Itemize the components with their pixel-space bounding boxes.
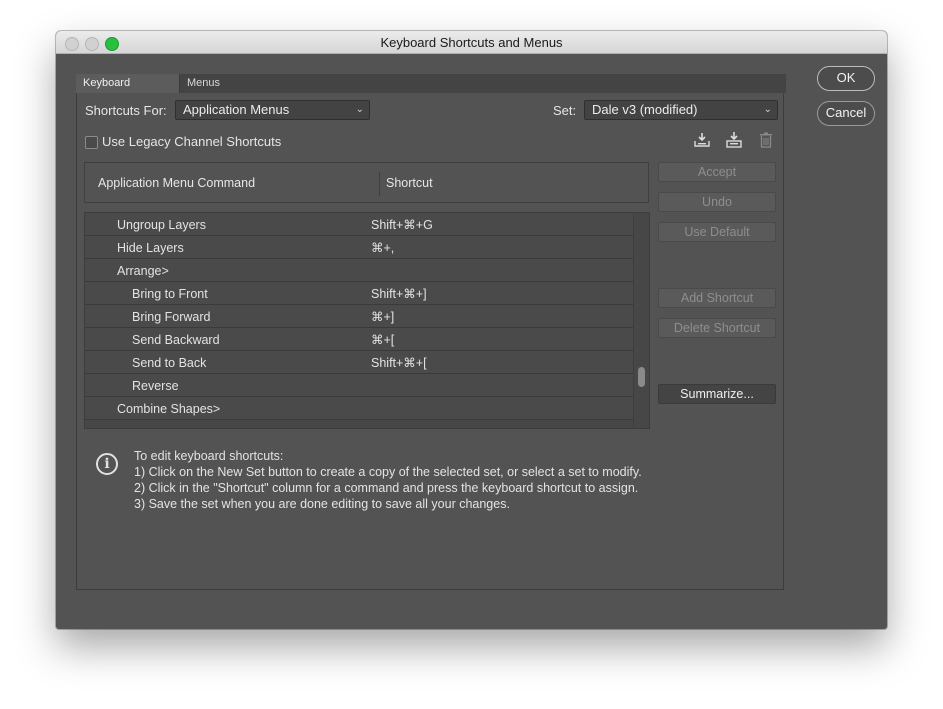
add-shortcut-button[interactable]: Add Shortcut	[658, 288, 776, 308]
info-step-3: 3) Save the set when you are done editin…	[134, 497, 510, 511]
shortcuts-for-value: Application Menus	[183, 102, 290, 117]
row-command: Send to Back	[132, 356, 207, 370]
legacy-channel-label: Use Legacy Channel Shortcuts	[102, 134, 282, 149]
legacy-channel-checkbox[interactable]	[85, 136, 98, 149]
row-command: Combine Shapes>	[117, 402, 221, 416]
row-command: Ungroup Layers	[117, 218, 206, 232]
set-label: Set:	[553, 103, 577, 118]
row-shortcut[interactable]: Shift+⌘+G	[371, 217, 433, 232]
delete-set-icon[interactable]	[757, 131, 775, 149]
chevron-down-icon: ⌄	[355, 104, 364, 115]
table-row[interactable]: Send to Back Shift+⌘+[	[85, 351, 633, 374]
table-row[interactable]: Send Backward ⌘+[	[85, 328, 633, 351]
row-command: Arrange>	[117, 264, 169, 278]
table-scrollbar[interactable]	[633, 213, 649, 428]
table-row[interactable]: Bring Forward ⌘+]	[85, 305, 633, 328]
info-heading: To edit keyboard shortcuts:	[134, 449, 284, 463]
column-header-command[interactable]: Application Menu Command	[98, 176, 255, 190]
row-command: Reverse	[132, 379, 179, 393]
dialog-window: Keyboard Shortcuts and Menus Keyboard Sh…	[56, 31, 887, 629]
table-header: Application Menu Command Shortcut	[84, 162, 649, 203]
new-set-icon[interactable]	[725, 131, 743, 149]
accept-button[interactable]: Accept	[658, 162, 776, 182]
summarize-button[interactable]: Summarize...	[658, 384, 776, 404]
row-command: Send Backward	[132, 333, 220, 347]
window-title: Keyboard Shortcuts and Menus	[380, 35, 563, 50]
info-icon: i	[96, 453, 118, 475]
use-default-button[interactable]: Use Default	[658, 222, 776, 242]
table-row[interactable]: Bring to Front Shift+⌘+]	[85, 282, 633, 305]
info-step-1: 1) Click on the New Set button to create…	[134, 465, 642, 479]
row-shortcut[interactable]: Shift+⌘+[	[371, 355, 427, 370]
save-set-icon[interactable]	[693, 131, 711, 149]
delete-shortcut-button[interactable]: Delete Shortcut	[658, 318, 776, 338]
row-shortcut[interactable]: ⌘+]	[371, 309, 394, 324]
row-shortcut[interactable]: ⌘+[	[371, 332, 394, 347]
set-select[interactable]: Dale v3 (modified) ⌄	[584, 100, 778, 120]
table-row[interactable]: Hide Layers ⌘+,	[85, 236, 633, 259]
table-row[interactable]: Ungroup Layers Shift+⌘+G	[85, 213, 633, 236]
set-value: Dale v3 (modified)	[592, 102, 698, 117]
table-row[interactable]: Reverse	[85, 374, 633, 397]
scrollbar-thumb[interactable]	[638, 367, 645, 387]
tab-menus[interactable]: Menus	[180, 74, 227, 93]
row-shortcut[interactable]: ⌘+,	[371, 240, 394, 255]
undo-button[interactable]: Undo	[658, 192, 776, 212]
ok-button[interactable]: OK	[817, 66, 875, 91]
row-command: Bring to Front	[132, 287, 208, 301]
info-step-2: 2) Click in the "Shortcut" column for a …	[134, 481, 639, 495]
cancel-button[interactable]: Cancel	[817, 101, 875, 126]
table-row[interactable]: Combine Shapes>	[85, 397, 633, 420]
shortcut-table: Combine Shapes> Reverse Send to Back Shift+…	[84, 212, 650, 429]
title-bar: Keyboard Shortcuts and Menus	[56, 31, 887, 54]
shortcuts-for-select[interactable]: Application Menus ⌄	[175, 100, 370, 120]
tab-keyboard-shortcuts[interactable]: Keyboard Shortcuts	[76, 74, 180, 108]
row-command: Bring Forward	[132, 310, 211, 324]
row-command: Hide Layers	[117, 241, 184, 255]
tab-bar: Keyboard Shortcuts Menus	[76, 74, 786, 108]
column-divider	[379, 172, 380, 196]
row-shortcut[interactable]: Shift+⌘+]	[371, 286, 427, 301]
column-header-shortcut[interactable]: Shortcut	[386, 176, 433, 190]
shortcuts-for-label: Shortcuts For:	[85, 103, 167, 118]
chevron-down-icon: ⌄	[763, 104, 772, 115]
table-row[interactable]: Arrange>	[85, 259, 633, 282]
